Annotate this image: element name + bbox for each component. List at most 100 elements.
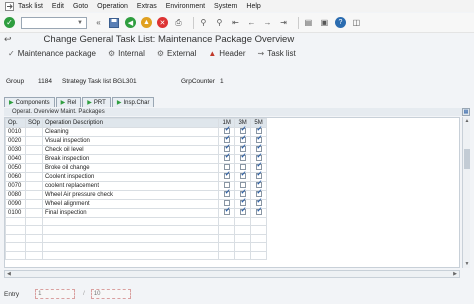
task-list-button[interactable]: ⇝ Task list	[258, 49, 296, 58]
sub-op[interactable]	[24, 145, 43, 155]
cancel-icon[interactable]: ✕	[156, 17, 168, 28]
cycle-3m-checkbox[interactable]	[239, 189, 247, 198]
empty-row[interactable]	[5, 225, 267, 235]
cycle-5m-checkbox[interactable]	[255, 207, 262, 216]
maintenance-package-button[interactable]: ✓ Maintenance package	[8, 49, 96, 58]
col-desc[interactable]: Operation Description	[41, 118, 220, 128]
tab-rel[interactable]: ▶ Rel	[55, 97, 82, 107]
cycle-3m-checkbox[interactable]	[239, 171, 247, 180]
cycle-5m-checkbox[interactable]	[255, 126, 262, 135]
cycle-1m-checkbox[interactable]	[223, 164, 230, 171]
cycle-3m-checkbox[interactable]	[239, 144, 247, 153]
back-nav-icon[interactable]: «	[93, 17, 104, 28]
empty-row[interactable]	[5, 216, 267, 227]
sub-op[interactable]	[24, 136, 43, 146]
operation-description[interactable]: Wheel alignment	[41, 199, 220, 209]
op-number[interactable]	[5, 250, 26, 260]
cycle-3m-checkbox[interactable]	[239, 182, 246, 189]
sub-op[interactable]	[24, 163, 43, 173]
cycle-3m-checkbox[interactable]	[239, 135, 247, 144]
tab-insp-char[interactable]: ▶ Insp.Char	[111, 97, 155, 107]
operation-description[interactable]: Check oil level	[41, 145, 220, 155]
enter-icon[interactable]: ✓	[4, 17, 15, 28]
layout-icon[interactable]: ▤	[303, 17, 314, 28]
cycle-3m-checkbox[interactable]	[239, 198, 247, 207]
sub-op[interactable]	[24, 127, 43, 137]
menu-environment[interactable]: Environment	[166, 3, 205, 10]
entry-input[interactable]: 1	[35, 289, 76, 299]
menu-extras[interactable]: Extras	[137, 3, 157, 10]
operation-description[interactable]: coolent replacement	[41, 181, 220, 191]
external-button[interactable]: ⚙ External	[157, 49, 197, 58]
cycle-1m-checkbox[interactable]	[223, 200, 230, 207]
back-icon[interactable]: ◀	[124, 17, 136, 28]
operation-description[interactable]	[41, 225, 220, 235]
sub-op[interactable]	[24, 216, 43, 227]
cycle-5m-checkbox[interactable]	[255, 180, 262, 189]
menu-goto[interactable]: Goto	[73, 3, 88, 10]
find-icon[interactable]: ⚲	[198, 17, 209, 28]
save-icon[interactable]	[109, 17, 120, 28]
tab-components[interactable]: ▶ Components	[4, 97, 55, 107]
op-number[interactable]	[5, 233, 26, 244]
menu-system[interactable]: System	[214, 3, 237, 10]
cycle-5m-checkbox[interactable]	[255, 153, 262, 162]
cycle-3m-checkbox[interactable]	[239, 153, 247, 162]
scroll-thumb[interactable]	[464, 149, 470, 169]
operation-description[interactable]	[41, 242, 220, 252]
next-page-icon[interactable]: →	[262, 17, 273, 28]
scroll-left-icon[interactable]: ◀	[7, 271, 11, 277]
operation-description[interactable]	[41, 250, 220, 260]
chevron-down-icon[interactable]: ▼	[77, 20, 83, 26]
info-icon[interactable]: ?	[334, 17, 346, 28]
print-icon[interactable]: ⎙	[173, 17, 184, 28]
monitor-icon[interactable]: ◫	[351, 17, 362, 28]
sub-op[interactable]	[24, 154, 43, 164]
sub-op[interactable]	[24, 225, 43, 235]
table-settings-icon[interactable]: ▦	[462, 108, 470, 116]
col-sop[interactable]: SOp	[24, 118, 43, 128]
table-row[interactable]: 0080 Wheel Air pressure check	[5, 189, 267, 200]
sub-op[interactable]	[24, 172, 43, 182]
cycle-1m-checkbox[interactable]	[223, 126, 231, 135]
cycle-1m-checkbox[interactable]	[223, 189, 231, 198]
first-page-icon[interactable]: ⇤	[230, 17, 241, 28]
help-icon[interactable]: ▣	[319, 17, 330, 28]
prev-page-icon[interactable]: ←	[246, 17, 257, 28]
scroll-up-icon[interactable]: ▲	[463, 117, 471, 125]
empty-row[interactable]	[5, 233, 267, 244]
cycle-1m-checkbox[interactable]	[223, 171, 231, 180]
exit-green-icon[interactable]: ▲	[140, 17, 152, 28]
cycle-5m-checkbox[interactable]	[255, 198, 262, 207]
cycle-1m-checkbox[interactable]	[223, 153, 231, 162]
menu-operation[interactable]: Operation	[97, 3, 128, 10]
cycle-1m-checkbox[interactable]	[223, 207, 231, 216]
operation-description[interactable]: Cleaning	[41, 127, 220, 137]
sub-op[interactable]	[24, 208, 43, 218]
op-number[interactable]	[5, 225, 26, 235]
sub-op[interactable]	[24, 250, 43, 260]
sub-op[interactable]	[24, 242, 43, 252]
operation-description[interactable]: Wheel Air pressure check	[41, 190, 220, 200]
sub-op[interactable]	[24, 190, 43, 200]
empty-row[interactable]	[5, 250, 267, 260]
sub-op[interactable]	[24, 181, 43, 191]
menu-help[interactable]: Help	[246, 3, 260, 10]
operation-description[interactable]: Broke oil change	[41, 163, 220, 173]
scroll-right-icon[interactable]: ▶	[453, 271, 457, 277]
menu-task-list[interactable]: Task list	[18, 3, 43, 10]
cycle-3m-checkbox[interactable]	[239, 126, 247, 135]
operation-description[interactable]	[41, 233, 220, 244]
internal-button[interactable]: ⚙ Internal	[108, 49, 145, 58]
operation-description[interactable]: Visual inspection	[41, 136, 220, 146]
op-number[interactable]	[5, 242, 26, 252]
cycle-3m-checkbox[interactable]	[239, 164, 246, 171]
cycle-5m-checkbox[interactable]	[255, 144, 262, 153]
cycle-1m-checkbox[interactable]	[223, 135, 231, 144]
operation-description[interactable]: Break inspection	[41, 154, 220, 164]
cycle-1m-checkbox[interactable]	[223, 144, 231, 153]
operation-description[interactable]: Coolent inspection	[41, 172, 220, 182]
op-number[interactable]	[5, 216, 26, 227]
back-arrow-icon[interactable]: ↩	[4, 34, 12, 45]
find-next-icon[interactable]: ⚲	[214, 17, 225, 28]
